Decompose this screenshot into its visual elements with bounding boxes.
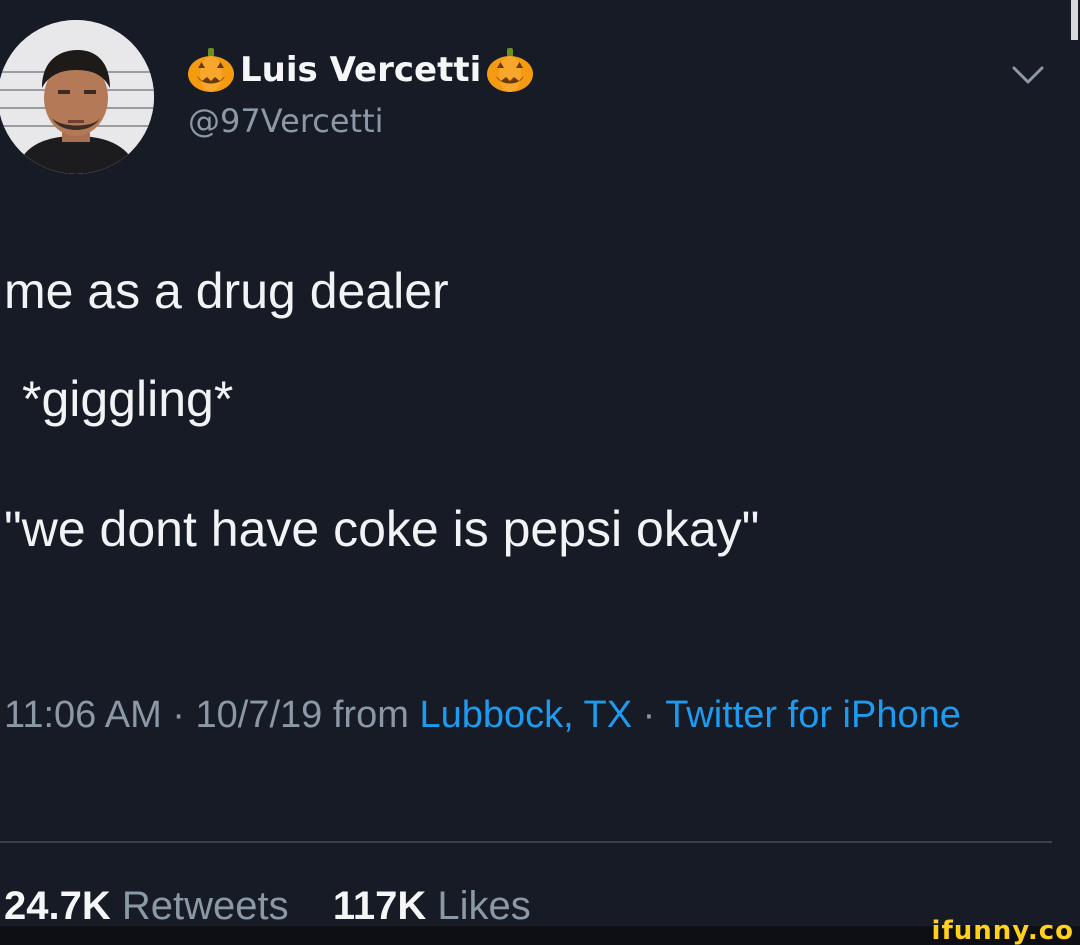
tweet-text-line: "we dont have coke is pepsi okay" (4, 501, 760, 557)
retweets-label: Retweets (121, 884, 289, 928)
likes-stat[interactable]: 117K Likes (322, 884, 531, 928)
tweet-metadata: 11:06 AM · 10/7/19 from Lubbock, TX · Tw… (4, 686, 1064, 744)
display-name[interactable]: Luis Vercetti (240, 50, 481, 90)
retweets-stat[interactable]: 24.7K Retweets (4, 884, 300, 928)
jack-o-lantern-icon (188, 48, 234, 92)
jack-o-lantern-icon (487, 48, 534, 92)
tweet-text-line: me as a drug dealer (4, 263, 449, 319)
watermark-logo: ifunny.co (931, 916, 1074, 945)
user-handle[interactable]: @97Vercetti (188, 102, 384, 140)
from-label: from (332, 694, 409, 736)
tweet-time[interactable]: 11:06 AM (4, 694, 162, 736)
likes-count: 117K (332, 884, 427, 928)
retweets-count: 24.7K (4, 884, 111, 928)
tweet-screenshot: Luis Vercetti @97Vercetti me as a drug d… (0, 0, 1080, 945)
chevron-down-icon[interactable] (1008, 60, 1048, 88)
client-link[interactable]: Twitter for iPhone (665, 694, 961, 736)
divider (0, 841, 1052, 843)
tweet-date[interactable]: 10/7/19 (196, 694, 323, 736)
separator: · (172, 694, 185, 736)
scrollbar[interactable] (1071, 0, 1078, 40)
separator: · (642, 694, 656, 736)
watermark-bar (0, 926, 1080, 945)
display-name-row[interactable]: Luis Vercetti (186, 42, 535, 98)
avatar[interactable] (0, 20, 154, 174)
tweet-text-line: *giggling* (22, 371, 234, 427)
avatar-photo (0, 20, 154, 174)
engagement-stats: 24.7K Retweets 117K Likes (4, 884, 531, 929)
likes-label: Likes (437, 884, 531, 928)
location-link[interactable]: Lubbock, TX (419, 694, 632, 736)
